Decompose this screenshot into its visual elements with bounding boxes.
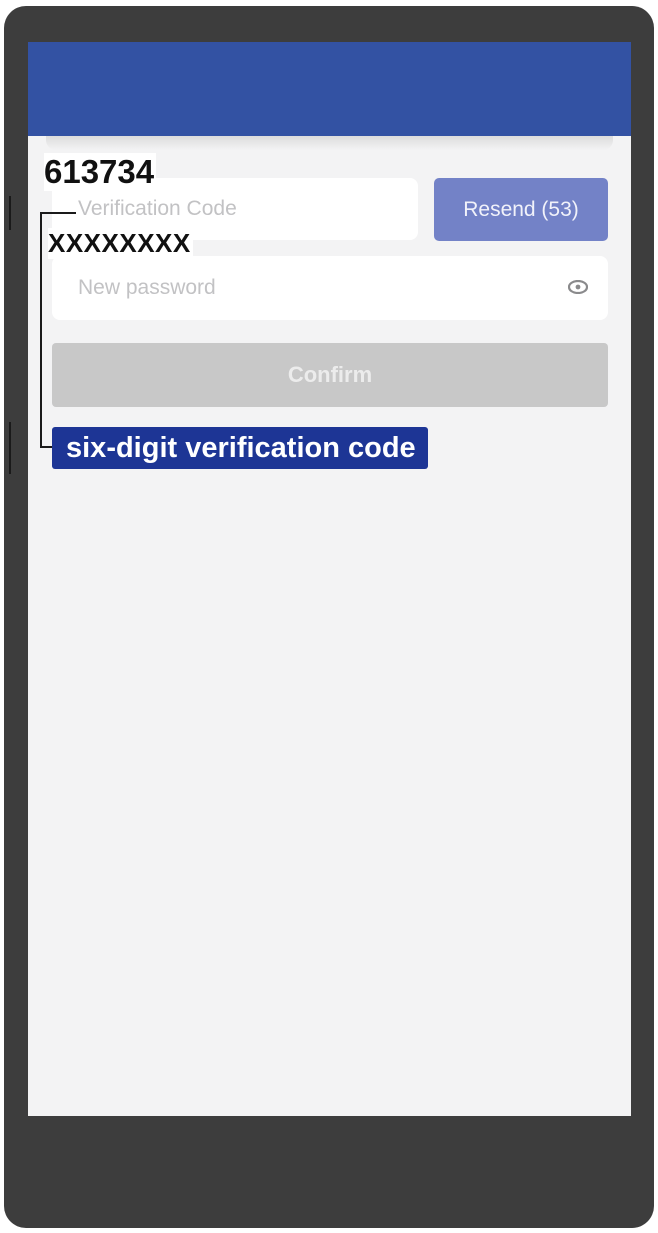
eye-icon[interactable] [568, 280, 588, 294]
annotation-label: six-digit verification code [52, 427, 428, 469]
new-password-field[interactable]: New password [52, 256, 608, 320]
app-header [28, 42, 631, 136]
header-shadow [46, 136, 613, 150]
resend-button[interactable]: Resend (53) [434, 178, 608, 241]
callout-connector-vertical [40, 212, 42, 448]
app-screen: Verification Code Resend (53) New passwo… [28, 42, 631, 1116]
bracket-mark-top [9, 196, 11, 230]
verification-code-placeholder: Verification Code [78, 197, 237, 220]
confirm-button[interactable]: Confirm [52, 343, 608, 407]
verification-code-value: 613734 [44, 153, 157, 191]
password-value: XXXXXXXX [48, 228, 193, 259]
callout-connector-top [40, 212, 76, 214]
bracket-mark-bottom [9, 422, 11, 474]
new-password-placeholder: New password [78, 276, 216, 299]
